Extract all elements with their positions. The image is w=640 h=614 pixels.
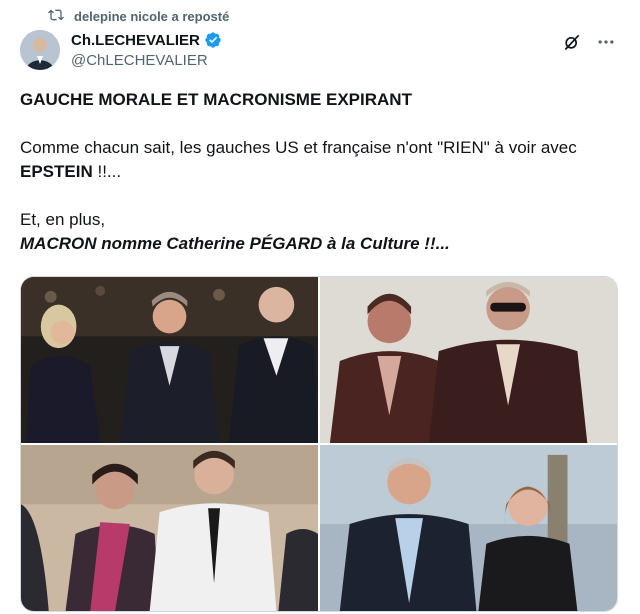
tweet-line-1-end: !!... [92, 162, 122, 181]
repost-indicator[interactable]: delepine nicole a reposté [48, 6, 229, 26]
tweet-line-3: MACRON nomme Catherine PÉGARD à la Cultu… [20, 234, 450, 253]
grok-icon[interactable] [562, 32, 582, 52]
photo-1[interactable] [21, 277, 318, 443]
tweet-paragraph-1: Comme chacun sait, les gauches US et fra… [20, 136, 620, 184]
tweet-headline: GAUCHE MORALE ET MACRONISME EXPIRANT [20, 90, 412, 109]
tweet-line-2: Et, en plus, [20, 210, 106, 229]
tweet-line-1: Comme chacun sait, les gauches US et fra… [20, 138, 577, 157]
avatar[interactable] [20, 30, 60, 70]
tweet-text: GAUCHE MORALE ET MACRONISME EXPIRANT Com… [20, 88, 620, 256]
author-display-name[interactable]: Ch.LECHEVALIER [71, 32, 200, 49]
photo-2[interactable] [320, 277, 617, 443]
repost-icon [48, 7, 64, 26]
author-handle[interactable]: @ChLECHEVALIER [71, 52, 222, 69]
repost-label: delepine nicole a reposté [74, 8, 230, 24]
tweet-bold-word: EPSTEIN [20, 162, 93, 181]
verified-badge-icon [204, 31, 222, 49]
more-options-icon[interactable] [596, 32, 616, 52]
media-grid [20, 276, 618, 612]
photo-3[interactable] [21, 445, 318, 611]
photo-4[interactable] [320, 445, 617, 611]
